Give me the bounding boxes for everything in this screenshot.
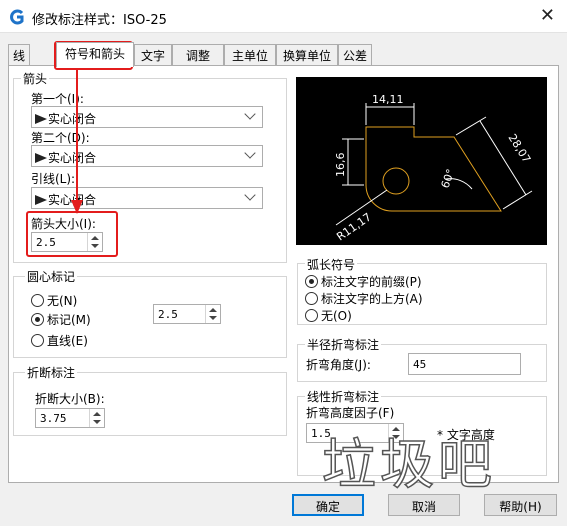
spinner-buttons[interactable] <box>205 305 220 323</box>
tab-fit[interactable]: 调整 <box>172 44 224 66</box>
dim-break-title: 折断标注 <box>25 364 78 381</box>
first-arrow-select[interactable]: 实心闭合 <box>31 106 263 128</box>
arrowhead-icon <box>35 114 47 124</box>
radio-dot <box>305 292 318 305</box>
title-bar: 修改标注样式：ISO-25 ✕ <box>0 0 567 33</box>
cancel-button[interactable]: 取消 <box>388 494 460 516</box>
radio-dot <box>305 309 318 322</box>
radius-jog-title: 半径折弯标注 <box>305 336 382 353</box>
tab-alternate-units[interactable]: 换算单位 <box>276 44 338 66</box>
arrowhead-icon <box>35 153 47 163</box>
break-size-label: 折断大小(B): <box>35 392 105 406</box>
radio-dot-selected <box>305 275 318 288</box>
tab-tolerances[interactable]: 公差 <box>338 44 372 66</box>
break-size-spinner[interactable]: 3.75 <box>35 408 105 428</box>
tab-symbols-arrows[interactable]: 符号和箭头 <box>56 42 134 67</box>
arc-none-radio[interactable]: 无(O) <box>305 307 352 324</box>
window-title: 修改标注样式：ISO-25 <box>32 13 167 28</box>
arc-above-radio[interactable]: 标注文字的上方(A) <box>305 290 423 307</box>
app-logo-icon <box>10 9 24 25</box>
center-marks-title: 圆心标记 <box>25 268 78 285</box>
jog-angle-input[interactable]: 45 <box>408 353 521 375</box>
leader-select[interactable]: 实心闭合 <box>31 187 263 209</box>
dim-right-text: 28,07 <box>505 132 533 166</box>
center-mark-radio[interactable]: 标记(M) <box>31 311 91 328</box>
arc-prefix-radio[interactable]: 标注文字的前缀(P) <box>305 273 422 290</box>
dimension-preview-drawing: 14,11 16,6 28,07 60° R11,17 <box>334 93 533 243</box>
dim-radius-text: R11,17 <box>334 210 374 243</box>
arrow-size-highlight <box>26 211 118 257</box>
arrowhead-icon <box>35 195 47 205</box>
radio-dot <box>31 294 44 307</box>
dim-angle-text: 60° <box>439 167 458 190</box>
center-none-radio[interactable]: 无(N) <box>31 292 77 309</box>
part-outline <box>365 126 502 212</box>
jog-height-label: 折弯高度因子(F) <box>306 406 395 420</box>
radio-dot-selected <box>31 313 44 326</box>
dim-left-text: 16,6 <box>334 153 347 178</box>
jog-angle-label: 折弯角度(J): <box>306 358 371 372</box>
center-size-spinner[interactable]: 2.5 <box>153 304 221 324</box>
leader-label: 引线(L): <box>31 172 76 186</box>
spin-down-icon[interactable] <box>93 420 101 424</box>
preview-canvas: 14,11 16,6 28,07 60° R11,17 <box>296 77 547 245</box>
watermark-text: 垃圾吧 <box>321 432 496 497</box>
red-arrow-icon <box>71 68 83 214</box>
tab-primary-units[interactable]: 主单位 <box>224 44 276 66</box>
linear-jog-title: 线性折弯标注 <box>305 388 382 405</box>
spin-up-icon[interactable] <box>93 412 101 416</box>
ok-button[interactable]: 确定 <box>292 494 364 516</box>
second-arrow-select[interactable]: 实心闭合 <box>31 145 263 167</box>
arrowheads-title: 箭头 <box>21 70 50 87</box>
arc-length-title: 弧长符号 <box>305 256 358 273</box>
tab-text[interactable]: 文字 <box>134 44 172 66</box>
spinner-buttons[interactable] <box>89 409 104 427</box>
tab-lines[interactable]: 线 <box>8 44 30 66</box>
dim-top-text: 14,11 <box>372 93 404 106</box>
chevron-down-icon <box>244 189 256 201</box>
spin-down-icon[interactable] <box>209 316 217 320</box>
chevron-down-icon <box>244 108 256 120</box>
radio-dot <box>31 334 44 347</box>
chevron-down-icon <box>244 147 256 159</box>
center-line-radio[interactable]: 直线(E) <box>31 332 88 349</box>
spin-up-icon[interactable] <box>209 308 217 312</box>
close-icon[interactable]: ✕ <box>540 5 555 26</box>
help-button[interactable]: 帮助(H) <box>484 494 557 516</box>
